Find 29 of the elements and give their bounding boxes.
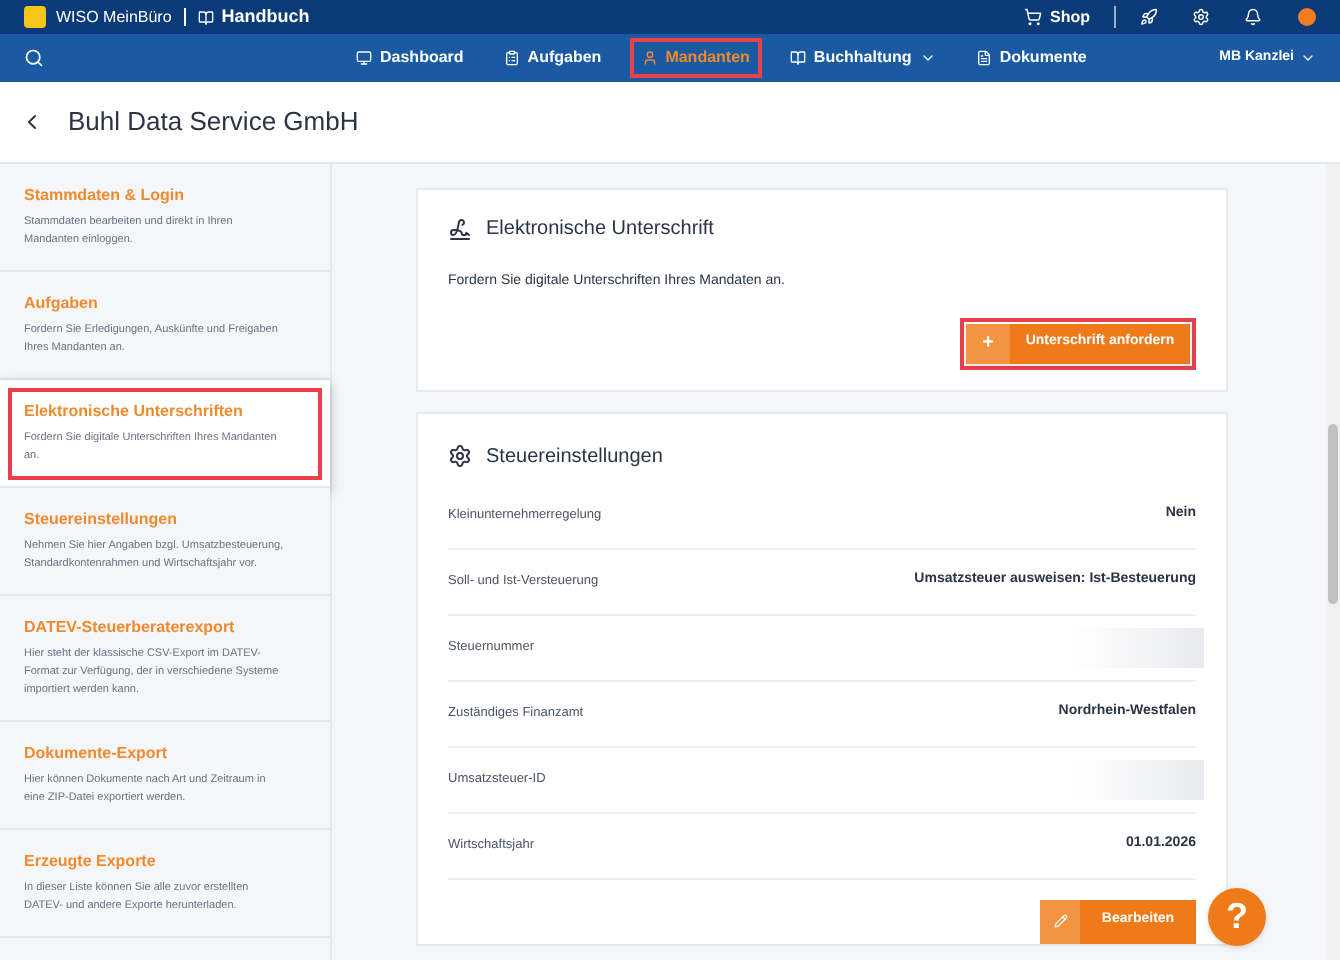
manual-link[interactable]: Handbuch [221,3,310,31]
avatar[interactable] [1298,8,1316,26]
brand-name: WISO MeinBüro [56,5,172,29]
nav-item-icon [641,50,658,66]
signature-icon [448,217,472,241]
settings-icon[interactable] [1192,8,1210,26]
app-logo-icon [24,6,46,28]
nav-tab[interactable]: Dokumente [963,38,1099,78]
nav-tab[interactable]: Mandanten [629,38,762,78]
search-icon[interactable] [24,48,44,68]
nav-tab[interactable]: Buchhaltung [777,38,948,78]
nav-tab[interactable]: Dashboard [344,38,476,78]
book-icon [197,9,214,25]
card-title: Steuereinstellungen [486,443,663,471]
nav-tab[interactable]: Aufgaben [491,38,614,78]
page-title: Buhl Data Service GmbH [68,104,359,141]
gear-icon [448,444,472,468]
nav-item-icon [789,50,806,66]
notification-icon[interactable] [1244,8,1262,26]
nav-item-icon [975,50,992,66]
card-title: Elektronische Unterschrift [486,216,714,244]
nav-item-icon [503,50,520,66]
rocket-icon[interactable] [1140,8,1158,26]
shop-link[interactable]: Shop [1050,5,1090,29]
cart-icon[interactable] [1024,8,1042,26]
caret-icon [1300,50,1316,66]
help-button[interactable]: ? [1208,888,1266,946]
nav-item-icon [356,50,372,66]
pencil-icon [1053,914,1067,928]
